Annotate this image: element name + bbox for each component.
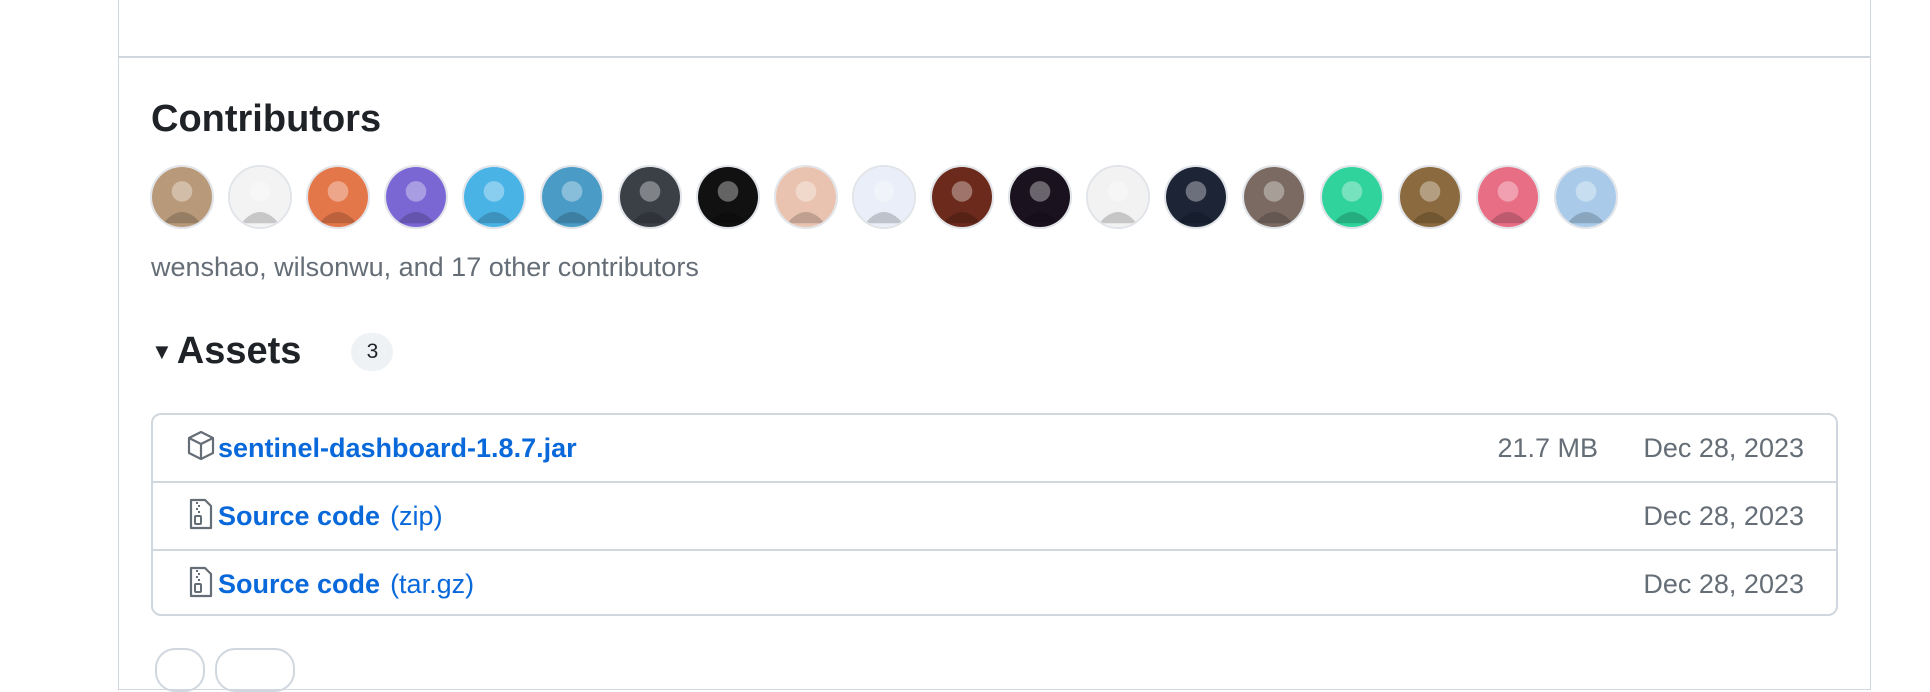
contributors-heading: Contributors [151,98,382,140]
contributors-summary: wenshao, wilsonwu, and 17 other contribu… [151,252,699,282]
file-zip-icon [185,565,217,599]
avatar[interactable] [1554,165,1618,229]
contributor-avatars [150,165,1618,231]
asset-name-text: Source code [218,500,381,531]
avatar[interactable] [228,165,292,229]
asset-link[interactable]: Source code (tar.gz) [218,569,474,600]
avatar[interactable] [618,165,682,229]
assets-heading: Assets [176,330,302,372]
reaction-button[interactable] [215,648,295,692]
avatar[interactable] [1476,165,1540,229]
avatar[interactable] [1320,165,1384,229]
asset-row: sentinel-dashboard-1.8.7.jar 21.7 MB Dec… [153,415,1836,483]
asset-date: Dec 28, 2023 [1643,432,1804,463]
asset-name-text: sentinel-dashboard-1.8.7.jar [218,432,577,463]
file-zip-icon [185,497,217,531]
asset-format: (tar.gz) [390,568,475,599]
asset-row: Source code (zip) Dec 28, 2023 [153,483,1836,551]
assets-toggle[interactable]: ▼ Assets 3 [151,330,394,373]
avatar[interactable] [306,165,370,229]
asset-size: 21.7 MB [1497,432,1598,463]
asset-date: Dec 28, 2023 [1643,568,1804,599]
assets-list: sentinel-dashboard-1.8.7.jar 21.7 MB Dec… [151,413,1838,616]
avatar[interactable] [1008,165,1072,229]
asset-link[interactable]: Source code (zip) [218,501,443,532]
asset-row: Source code (tar.gz) Dec 28, 2023 [153,551,1836,614]
package-icon [185,429,217,463]
section-divider [118,56,1871,58]
asset-name-text: Source code [218,568,381,599]
avatar[interactable] [1398,165,1462,229]
avatar[interactable] [1086,165,1150,229]
avatar[interactable] [462,165,526,229]
avatar[interactable] [696,165,760,229]
assets-count-badge: 3 [351,332,394,371]
asset-link[interactable]: sentinel-dashboard-1.8.7.jar [218,433,577,464]
avatar[interactable] [774,165,838,229]
caret-down-icon: ▼ [151,338,173,364]
avatar[interactable] [1242,165,1306,229]
asset-format: (zip) [390,500,443,531]
avatar[interactable] [930,165,994,229]
avatar[interactable] [852,165,916,229]
reaction-button[interactable] [155,648,205,692]
avatar[interactable] [150,165,214,229]
avatar[interactable] [384,165,448,229]
avatar[interactable] [1164,165,1228,229]
asset-date: Dec 28, 2023 [1643,500,1804,531]
avatar[interactable] [540,165,604,229]
